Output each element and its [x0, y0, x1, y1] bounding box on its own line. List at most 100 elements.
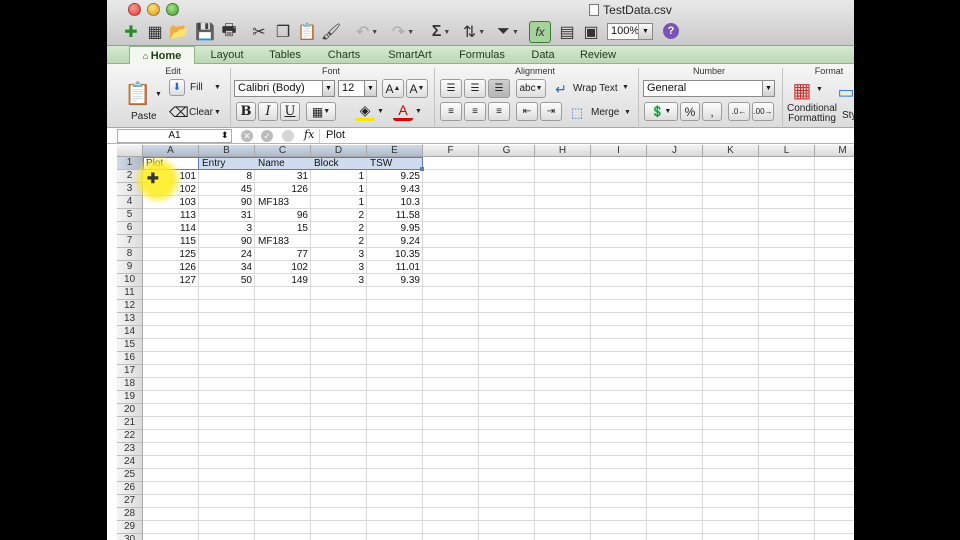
borders-button[interactable]: ▦ ▼: [306, 102, 336, 121]
data-cell[interactable]: 77: [255, 248, 311, 261]
fill-dropdown-icon[interactable]: ▼: [214, 84, 221, 91]
header-cell[interactable]: Name: [255, 157, 311, 170]
data-cell[interactable]: 8: [199, 170, 255, 183]
tab-formulas[interactable]: Formulas: [447, 46, 517, 64]
sort-icon[interactable]: ⇅ ▼: [459, 21, 489, 43]
formula-input[interactable]: Plot: [319, 129, 854, 143]
show-hide-icon[interactable]: ▣: [581, 21, 601, 43]
data-cell[interactable]: 9.25: [367, 170, 423, 183]
underline-button[interactable]: U: [280, 102, 300, 121]
fill-icon[interactable]: ⬇: [169, 79, 185, 96]
row-header-18[interactable]: 18: [117, 378, 143, 391]
open-icon[interactable]: 📂: [169, 21, 189, 43]
data-cell[interactable]: 126: [143, 261, 199, 274]
data-cell[interactable]: 3: [311, 261, 367, 274]
wrap-text-dropdown-icon[interactable]: ▼: [622, 84, 629, 91]
paste-dropdown-icon[interactable]: ▼: [155, 91, 162, 98]
align-right-icon[interactable]: ≡: [488, 102, 510, 121]
row-header-6[interactable]: 6: [117, 222, 143, 235]
row-header-15[interactable]: 15: [117, 339, 143, 352]
paste-button[interactable]: Paste: [131, 111, 157, 122]
column-header-j[interactable]: J: [647, 145, 703, 157]
row-header-30[interactable]: 30: [117, 534, 143, 540]
data-cell[interactable]: 102: [255, 261, 311, 274]
data-cell[interactable]: MF183: [255, 235, 311, 248]
row-header-26[interactable]: 26: [117, 482, 143, 495]
decrease-decimal-button[interactable]: .00→: [752, 102, 774, 121]
copy-icon[interactable]: ❐: [273, 21, 293, 43]
merge-button[interactable]: Merge: [591, 107, 619, 118]
row-header-22[interactable]: 22: [117, 430, 143, 443]
data-cell[interactable]: 3: [199, 222, 255, 235]
tab-layout[interactable]: Layout: [199, 46, 255, 64]
align-middle-icon[interactable]: ☰: [464, 79, 486, 98]
data-cell[interactable]: 149: [255, 274, 311, 287]
function-wizard-icon[interactable]: [282, 130, 294, 142]
data-cell[interactable]: 10.35: [367, 248, 423, 261]
row-header-21[interactable]: 21: [117, 417, 143, 430]
increase-decimal-button[interactable]: .0←: [728, 102, 750, 121]
column-header-a[interactable]: A: [143, 145, 199, 157]
align-left-icon[interactable]: ≡: [440, 102, 462, 121]
data-cell[interactable]: 45: [199, 183, 255, 196]
data-cell[interactable]: 11.01: [367, 261, 423, 274]
tab-tables[interactable]: Tables: [257, 46, 313, 64]
conditional-formatting-dropdown-icon[interactable]: ▼: [816, 86, 823, 93]
data-cell[interactable]: 90: [199, 235, 255, 248]
name-box[interactable]: A1: [117, 129, 232, 143]
select-all-corner[interactable]: [117, 145, 143, 157]
data-cell[interactable]: 9.95: [367, 222, 423, 235]
column-header-i[interactable]: I: [591, 145, 647, 157]
header-cell[interactable]: Entry: [199, 157, 255, 170]
row-header-8[interactable]: 8: [117, 248, 143, 261]
data-cell[interactable]: 34: [199, 261, 255, 274]
data-cell[interactable]: 1: [311, 183, 367, 196]
wrap-text-icon[interactable]: ↵: [552, 80, 570, 99]
data-cell[interactable]: 31: [199, 209, 255, 222]
row-header-23[interactable]: 23: [117, 443, 143, 456]
row-header-16[interactable]: 16: [117, 352, 143, 365]
italic-button[interactable]: I: [258, 102, 278, 121]
cancel-entry-icon[interactable]: ✕: [241, 130, 253, 142]
row-header-25[interactable]: 25: [117, 469, 143, 482]
tab-charts[interactable]: Charts: [315, 46, 373, 64]
tab-home[interactable]: ⌂ Home: [129, 46, 195, 65]
column-header-m[interactable]: M: [815, 145, 854, 157]
data-cell[interactable]: 11.58: [367, 209, 423, 222]
row-header-9[interactable]: 9: [117, 261, 143, 274]
row-header-11[interactable]: 11: [117, 287, 143, 300]
accounting-format-button[interactable]: 💲 ▼: [644, 102, 678, 121]
row-header-4[interactable]: 4: [117, 196, 143, 209]
cut-icon[interactable]: ✂: [249, 21, 269, 43]
tab-data[interactable]: Data: [521, 46, 565, 64]
number-format-field[interactable]: General: [643, 80, 775, 97]
highlight-fill-icon[interactable]: ◈: [355, 102, 375, 121]
paste-clipboard-icon[interactable]: 📋: [124, 79, 151, 109]
redo-icon[interactable]: ↷ ▼: [387, 21, 419, 43]
row-header-14[interactable]: 14: [117, 326, 143, 339]
row-header-13[interactable]: 13: [117, 313, 143, 326]
percent-style-button[interactable]: %: [680, 102, 700, 121]
column-header-l[interactable]: L: [759, 145, 815, 157]
font-name-field[interactable]: Calibri (Body): [234, 80, 334, 97]
undo-icon[interactable]: ↶ ▼: [351, 21, 383, 43]
font-name-dropdown-icon[interactable]: ▼: [322, 80, 335, 97]
media-browser-icon[interactable]: ▤: [557, 21, 577, 43]
increase-font-size-button[interactable]: A ▲: [382, 79, 404, 98]
data-cell[interactable]: 24: [199, 248, 255, 261]
align-top-icon[interactable]: ☰: [440, 79, 462, 98]
print-icon[interactable]: 🖶: [219, 21, 239, 43]
row-header-27[interactable]: 27: [117, 495, 143, 508]
data-cell[interactable]: 96: [255, 209, 311, 222]
data-cell[interactable]: 2: [311, 222, 367, 235]
data-cell[interactable]: 10.3: [367, 196, 423, 209]
number-format-dropdown-icon[interactable]: ▼: [762, 80, 775, 97]
column-header-g[interactable]: G: [479, 145, 535, 157]
new-workbook-icon[interactable]: ✚: [121, 21, 141, 43]
orientation-button[interactable]: abc ▼: [516, 79, 546, 98]
templates-icon[interactable]: ▦: [145, 21, 165, 43]
autosum-icon[interactable]: Σ ▼: [427, 21, 455, 43]
tab-review[interactable]: Review: [569, 46, 627, 64]
save-icon[interactable]: 💾: [195, 21, 215, 43]
column-header-f[interactable]: F: [423, 145, 479, 157]
